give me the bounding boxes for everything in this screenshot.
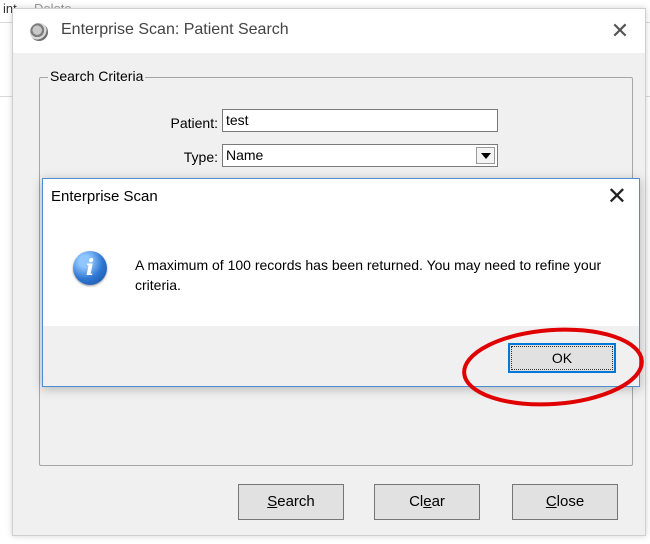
ok-button[interactable]: OK: [508, 343, 616, 373]
chevron-down-icon[interactable]: [476, 147, 495, 164]
search-button[interactable]: Search: [238, 484, 344, 520]
close-button[interactable]: Close: [512, 484, 618, 520]
patient-label: Patient:: [170, 115, 218, 131]
search-criteria-legend: Search Criteria: [48, 68, 146, 84]
patient-input[interactable]: test: [222, 109, 498, 132]
message-text: A maximum of 100 records has been return…: [135, 257, 602, 293]
dialog-titlebar: Enterprise Scan: Patient Search ✕: [13, 9, 645, 53]
message-box-close-button[interactable]: ✕: [607, 183, 627, 211]
type-select[interactable]: Name: [222, 144, 498, 167]
type-label: Type:: [183, 149, 218, 165]
info-icon: i: [73, 251, 107, 285]
message-box-title: Enterprise Scan: [51, 188, 158, 205]
dialog-close-button[interactable]: ✕: [605, 17, 635, 45]
clear-button[interactable]: Clear: [374, 484, 480, 520]
message-box: Enterprise Scan ✕ i A maximum of 100 rec…: [42, 178, 640, 387]
app-icon: [30, 23, 48, 41]
dialog-title: Enterprise Scan: Patient Search: [61, 21, 289, 38]
type-select-value: Name: [226, 147, 264, 163]
